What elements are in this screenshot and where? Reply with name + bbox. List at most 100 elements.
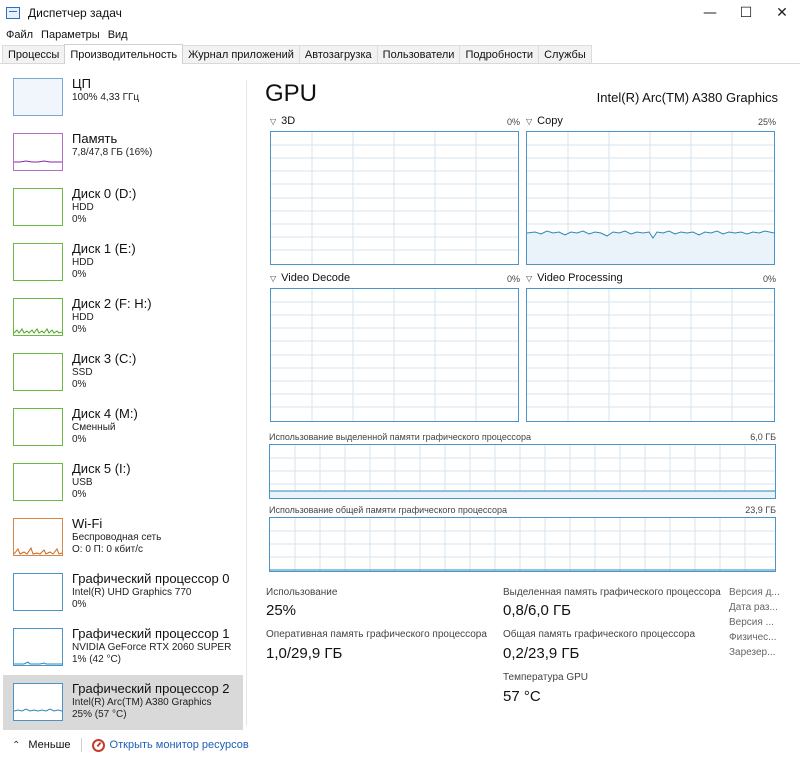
sidebar-item-value: 0% [72, 434, 87, 445]
tab-users[interactable]: Пользователи [376, 45, 461, 63]
performance-sidebar: ЦП 100% 4,33 ГГц Память 7,8/47,8 ГБ (16%… [3, 70, 243, 730]
gpu-temperature-label: Температура GPU [503, 672, 589, 683]
memory-thumbnail-graph [13, 133, 63, 171]
sidebar-item-disk1[interactable]: Диск 1 (E:) HDD 0% [3, 235, 243, 290]
graph-video-processing-label: Video Processing [537, 272, 623, 284]
sidebar-item-detail: HDD [72, 312, 94, 323]
sidebar-item-label: Диск 5 (I:) [72, 461, 131, 476]
gpu2-activity-line [14, 708, 62, 712]
reserved-memory-label: Зарезер... [729, 647, 776, 658]
sidebar-item-value: О: 0 П: 0 кбит/с [72, 544, 144, 555]
sidebar-item-label: Память [72, 131, 118, 146]
tab-processes[interactable]: Процессы [2, 45, 66, 63]
chevron-down-icon: ▽ [270, 273, 277, 283]
tab-details[interactable]: Подробности [459, 45, 540, 63]
sidebar-item-wifi[interactable]: Wi-Fi Беспроводная сеть О: 0 П: 0 кбит/с [3, 510, 243, 565]
fewer-details-label: Меньше [28, 739, 71, 751]
sidebar-item-detail: Беспроводная сеть [72, 532, 162, 543]
sidebar-item-disk5[interactable]: Диск 5 (I:) USB 0% [3, 455, 243, 510]
sidebar-item-disk4[interactable]: Диск 4 (M:) Сменный 0% [3, 400, 243, 455]
sidebar-item-gpu2[interactable]: Графический процессор 2 Intel(R) Arc(TM)… [3, 675, 243, 730]
shared-memory-plot [270, 518, 775, 571]
wifi-activity-line [14, 546, 62, 555]
sidebar-item-label: Диск 0 (D:) [72, 186, 137, 201]
graph-video-decode-selector[interactable]: ▽ Video Decode [270, 272, 350, 284]
graph-video-processing-selector[interactable]: ▽ Video Processing [526, 272, 623, 284]
sidebar-item-detail: 100% 4,33 ГГц [72, 92, 140, 103]
sidebar-item-gpu0[interactable]: Графический процессор 0 Intel(R) UHD Gra… [3, 565, 243, 620]
sidebar-item-disk3[interactable]: Диск 3 (C:) SSD 0% [3, 345, 243, 400]
disk0-thumbnail-graph [13, 188, 63, 226]
task-manager-icon [6, 7, 20, 19]
disk2-activity-line [14, 328, 62, 334]
page-title: GPU [265, 80, 318, 107]
sidebar-item-value: 25% (57 °C) [72, 709, 127, 720]
graph-video-decode-max: 0% [506, 274, 520, 284]
menu-file[interactable]: Файл [2, 29, 37, 41]
graph-3d-grid [271, 132, 518, 264]
footer-bar: ⌃ Меньше Открыть монитор ресурсов [0, 733, 800, 757]
sidebar-item-memory[interactable]: Память 7,8/47,8 ГБ (16%) [3, 125, 243, 180]
open-resource-monitor-link[interactable]: Открыть монитор ресурсов [110, 739, 249, 751]
sidebar-item-cpu[interactable]: ЦП 100% 4,33 ГГц [3, 70, 243, 125]
window-title: Диспетчер задач [28, 6, 122, 20]
disk1-thumbnail-graph [13, 243, 63, 281]
sidebar-item-label: Графический процессор 2 [72, 681, 230, 696]
chevron-down-icon: ▽ [526, 273, 533, 283]
graph-copy [526, 131, 775, 265]
gpu-model-name: Intel(R) Arc(TM) A380 Graphics [596, 90, 778, 105]
chevron-up-icon: ⌃ [12, 739, 21, 751]
wifi-thumbnail-graph [13, 518, 63, 556]
dedicated-memory-plot [270, 445, 775, 498]
tab-bar: Процессы Производительность Журнал прило… [0, 44, 800, 64]
physical-location-label: Физичес... [729, 632, 777, 643]
sidebar-item-disk0[interactable]: Диск 0 (D:) HDD 0% [3, 180, 243, 235]
chevron-down-icon: ▽ [526, 116, 533, 126]
dedicated-memory-stat-label: Выделенная память графического процессор… [503, 587, 721, 598]
tab-startup[interactable]: Автозагрузка [298, 45, 378, 63]
graph-3d-max: 0% [506, 117, 520, 127]
shared-memory-graph [269, 517, 776, 572]
graph-copy-max: 25% [757, 117, 776, 127]
shared-memory-max: 23,9 ГБ [745, 505, 776, 515]
graph-video-decode-grid [271, 289, 518, 421]
sidebar-item-detail: HDD [72, 202, 94, 213]
sidebar-item-value: 1% (42 °C) [72, 654, 122, 665]
shared-memory-label: Использование общей памяти графического … [269, 505, 508, 515]
gpu-ram-value: 1,0/29,9 ГБ [266, 645, 343, 662]
tab-app-history[interactable]: Журнал приложений [182, 45, 300, 63]
graph-copy-selector[interactable]: ▽ Copy [526, 115, 563, 127]
close-button[interactable]: ✕ [764, 0, 800, 26]
dedicated-memory-max: 6,0 ГБ [750, 432, 776, 442]
sidebar-item-detail: NVIDIA GeForce RTX 2060 SUPER [72, 642, 232, 653]
menu-options[interactable]: Параметры [37, 29, 104, 41]
sidebar-item-gpu1[interactable]: Графический процессор 1 NVIDIA GeForce R… [3, 620, 243, 675]
resource-monitor-icon [91, 738, 105, 752]
graph-video-processing-max: 0% [762, 274, 776, 284]
graph-copy-label: Copy [537, 115, 563, 127]
cpu-thumbnail-graph [13, 78, 63, 116]
graph-video-processing [526, 288, 775, 422]
memory-thumbnail-line [14, 160, 62, 163]
sidebar-item-disk2[interactable]: Диск 2 (F: H:) HDD 0% [3, 290, 243, 345]
tab-performance[interactable]: Производительность [64, 44, 184, 64]
gpu0-thumbnail-graph [13, 573, 63, 611]
sidebar-item-detail: SSD [72, 367, 93, 378]
minimize-button[interactable]: — [692, 0, 728, 26]
sidebar-item-label: Графический процессор 0 [72, 571, 230, 586]
directx-version-label: Версия ... [729, 617, 774, 628]
shared-memory-stat-value: 0,2/23,9 ГБ [503, 645, 580, 662]
graph-3d-selector[interactable]: ▽ 3D [270, 115, 295, 127]
sidebar-item-detail: Intel(R) UHD Graphics 770 [72, 587, 192, 598]
tab-services[interactable]: Службы [538, 45, 592, 63]
dedicated-memory-stat-value: 0,8/6,0 ГБ [503, 602, 572, 619]
menu-view[interactable]: Вид [104, 29, 132, 41]
sidebar-item-value: 0% [72, 214, 87, 225]
fewer-details-button[interactable]: ⌃ Меньше [12, 739, 71, 751]
maximize-button[interactable]: ☐ [728, 0, 764, 26]
sidebar-item-value: 0% [72, 599, 87, 610]
usage-label: Использование [266, 587, 338, 598]
gpu-detail-panel: GPU Intel(R) Arc(TM) A380 Graphics ▽ 3D … [262, 70, 792, 720]
driver-version-label: Версия д... [729, 587, 779, 598]
gpu1-activity-line [14, 661, 62, 665]
